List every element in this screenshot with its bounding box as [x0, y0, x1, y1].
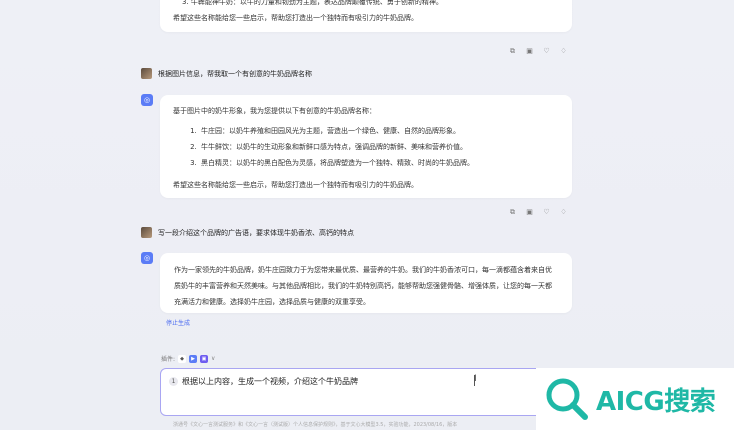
magnifier-logo-icon — [546, 378, 588, 420]
watermark: AICG搜索 — [536, 368, 734, 430]
user-message: 写一段介绍这个品牌的广告语，要求体现牛奶香浓、高钙的特点 — [141, 227, 354, 238]
plugin-toolbar: 插件: ◆ ▶ ▣ ∨ — [161, 354, 215, 363]
plugin-icon-1[interactable]: ▶ — [189, 354, 198, 363]
prompt-input-text[interactable]: 根据以上内容，生成一个视频，介绍这个牛奶品牌 — [182, 376, 358, 387]
user-message-text: 根据图片信息，帮我取一个有创意的牛奶品牌名称 — [158, 69, 312, 78]
message-intro: 基于图片中的奶牛形象，我为您提供以下有创意的牛奶品牌名称： — [173, 107, 376, 115]
assistant-avatar-icon: ◎ — [141, 94, 153, 106]
list-item: 牛牛鲜饮：以奶牛的生动形象和新鲜口感为特点，强调品牌的新鲜、美味和营养价值。 — [199, 139, 559, 155]
chevron-down-icon[interactable]: ∨ — [211, 355, 215, 362]
copy-icon[interactable]: ⧉ — [508, 208, 517, 217]
message-closing: 希望这些名称能给您一些启示，帮助您打造出一个独特而有吸引力的牛奶品牌。 — [173, 181, 418, 189]
user-message: 根据图片信息，帮我取一个有创意的牛奶品牌名称 — [141, 68, 312, 79]
thumbs-up-icon[interactable]: ♡ — [542, 208, 551, 217]
refresh-icon[interactable]: ▣ — [525, 208, 534, 217]
plugin-label: 插件: — [161, 356, 176, 363]
footer-disclaimer: 浙通号《文心一言测试服务》和《文心一言（测试版）个人信息保护规则》，基于文心大模… — [173, 422, 458, 428]
refresh-icon[interactable]: ▣ — [525, 47, 534, 56]
message-line: 3. 牛犇能神牛奶：以牛的力量和韧劲为主题，表达品牌颠覆传统、勇于创新的精神。 — [182, 0, 443, 6]
message-actions: ⧉ ▣ ♡ ♢ — [508, 47, 568, 56]
name-list: 牛庄园：以奶牛养殖和田园风光为主题，营造出一个绿色、健康、自然的品牌形象。 牛牛… — [173, 123, 559, 171]
copy-icon[interactable]: ⧉ — [508, 47, 517, 56]
chat-area: 3. 牛犇能神牛奶：以牛的力量和韧劲为主题，表达品牌颠覆传统、勇于创新的精神。 … — [0, 0, 734, 430]
prompt-number-icon: 1 — [169, 377, 178, 386]
assistant-message-previous: 3. 牛犇能神牛奶：以牛的力量和韧劲为主题，表达品牌颠覆传统、勇于创新的精神。 … — [160, 0, 572, 32]
watermark-text: AICG搜索 — [596, 386, 716, 417]
message-closing: 希望这些名称能给您一些启示，帮助您打造出一个独特而有吸引力的牛奶品牌。 — [173, 14, 418, 22]
stop-generating-link[interactable]: 停止生成 — [166, 318, 190, 327]
user-message-text: 写一段介绍这个品牌的广告语，要求体现牛奶香浓、高钙的特点 — [158, 228, 354, 237]
text-cursor-icon: I — [474, 374, 477, 384]
list-item: 黑白精灵：以奶牛的黑白配色为灵感，将品牌塑造为一个独特、精致、时尚的牛奶品牌。 — [199, 155, 559, 171]
message-text: 作为一家领先的牛奶品牌，奶牛庄园致力于为您带来最优质、最营养的牛奶。我们的牛奶香… — [174, 266, 552, 306]
message-actions: ⧉ ▣ ♡ ♢ — [508, 208, 568, 217]
list-item: 牛庄园：以奶牛养殖和田园风光为主题，营造出一个绿色、健康、自然的品牌形象。 — [199, 123, 559, 139]
thumbs-down-icon[interactable]: ♢ — [559, 47, 568, 56]
thumbs-up-icon[interactable]: ♡ — [542, 47, 551, 56]
assistant-message: 作为一家领先的牛奶品牌，奶牛庄园致力于为您带来最优质、最营养的牛奶。我们的牛奶香… — [160, 253, 572, 313]
thumbs-down-icon[interactable]: ♢ — [559, 208, 568, 217]
avatar — [141, 68, 152, 79]
lock-icon[interactable]: ◆ — [178, 354, 187, 363]
assistant-message: 基于图片中的奶牛形象，我为您提供以下有创意的牛奶品牌名称： 牛庄园：以奶牛养殖和… — [160, 95, 572, 198]
assistant-avatar-icon: ◎ — [141, 252, 153, 264]
plugin-icon-2[interactable]: ▣ — [200, 354, 209, 363]
avatar — [141, 227, 152, 238]
